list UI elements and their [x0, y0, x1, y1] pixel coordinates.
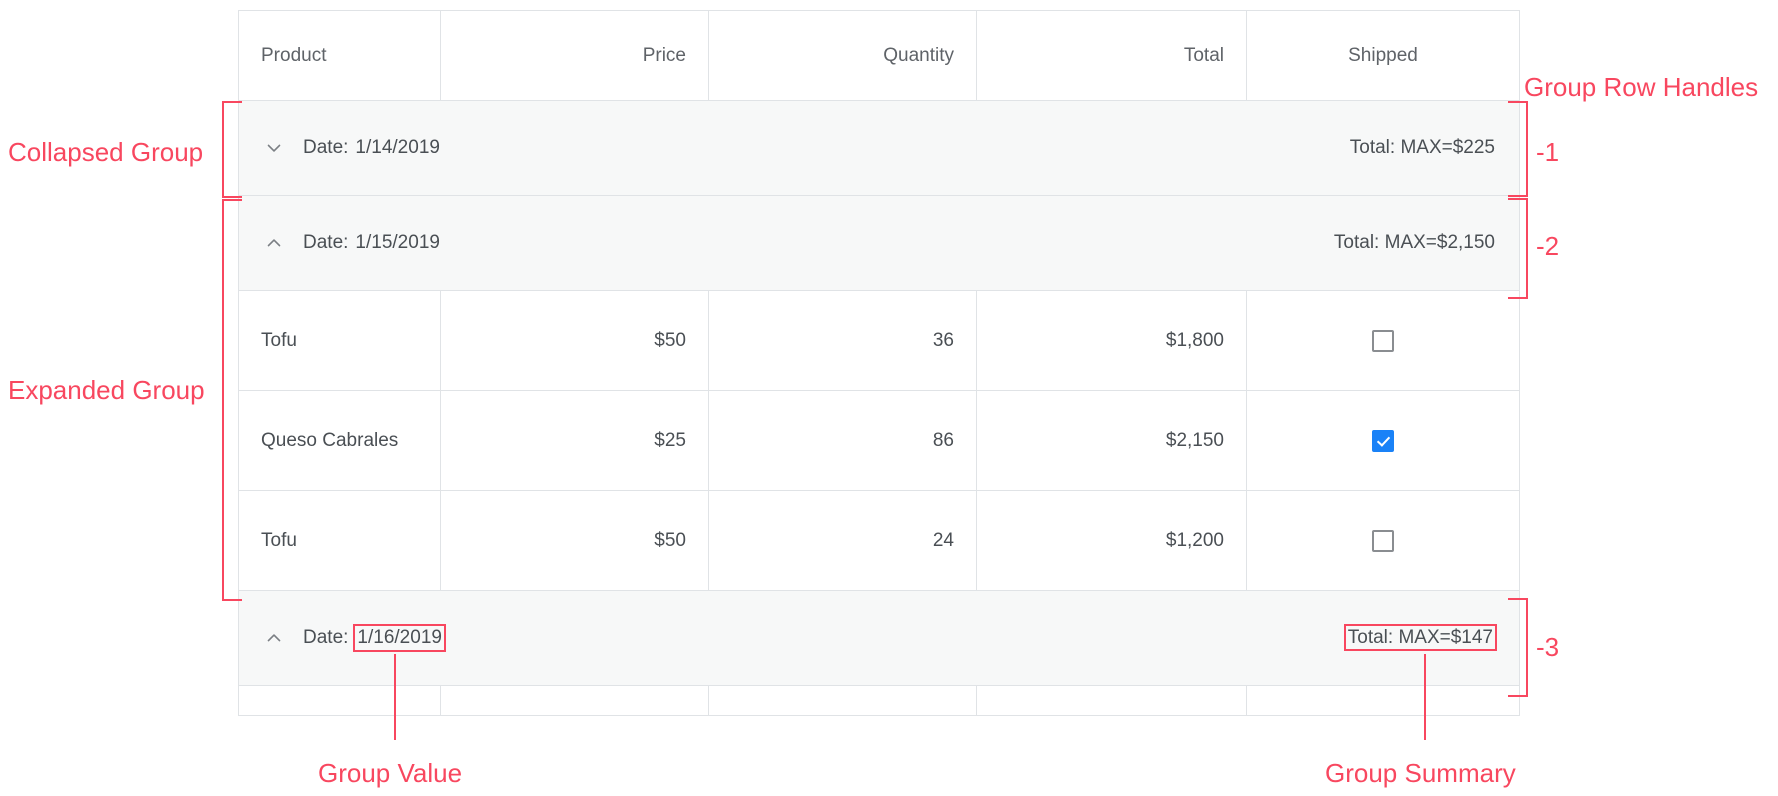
bracket-handle-1	[1508, 101, 1528, 197]
handle-label-1: -1	[1536, 139, 1559, 165]
leader-group-summary	[1424, 654, 1426, 740]
cell-product: Queso Cabrales	[239, 391, 441, 490]
handle-label-3: -3	[1536, 634, 1559, 660]
table-row[interactable]: Tofu $50 36 $1,800	[239, 291, 1519, 391]
bracket-handle-3	[1508, 598, 1528, 697]
cell-shipped[interactable]	[1247, 391, 1519, 490]
group-value: 1/14/2019	[355, 137, 440, 159]
cell-total	[977, 686, 1247, 715]
bracket-expanded-group	[222, 199, 242, 601]
checkbox-unchecked[interactable]	[1372, 330, 1394, 352]
cell-quantity: 36	[709, 291, 977, 390]
cell-shipped[interactable]	[1247, 491, 1519, 590]
label-expanded-group: Expanded Group	[8, 377, 205, 403]
label-group-value: Group Value	[318, 760, 462, 786]
handle-label-2: -2	[1536, 233, 1559, 259]
cell-price: $50	[441, 491, 709, 590]
group-summary: Total: MAX=$2,150	[1334, 232, 1519, 254]
group-row-expanded-annotated[interactable]: Date: 1/16/2019 Total: MAX=$147	[239, 591, 1519, 686]
checkbox-unchecked[interactable]	[1372, 530, 1394, 552]
group-summary-wrap: Total: MAX=$147	[1346, 627, 1519, 649]
group-row-expanded[interactable]: Date: 1/15/2019 Total: MAX=$2,150	[239, 196, 1519, 291]
column-header-total[interactable]: Total	[977, 11, 1247, 100]
cell-total: $1,800	[977, 291, 1247, 390]
group-label: Date: 1/15/2019	[303, 232, 440, 254]
leader-group-value	[394, 654, 396, 740]
group-value: 1/16/2019	[355, 626, 444, 650]
cell-product	[239, 686, 441, 715]
group-row-collapsed[interactable]: Date: 1/14/2019 Total: MAX=$225	[239, 101, 1519, 196]
group-row-left[interactable]: Date: 1/14/2019	[239, 135, 1350, 161]
column-header-quantity[interactable]: Quantity	[709, 11, 977, 100]
table-row[interactable]: Queso Cabrales $25 86 $2,150	[239, 391, 1519, 491]
cell-product: Tofu	[239, 291, 441, 390]
cell-shipped	[1247, 686, 1519, 715]
table-row-partial[interactable]	[239, 686, 1519, 716]
bracket-collapsed-group	[222, 101, 242, 198]
group-key: Date:	[303, 627, 348, 649]
cell-quantity	[709, 686, 977, 715]
group-key: Date:	[303, 137, 348, 159]
group-value: 1/15/2019	[355, 232, 440, 254]
cell-price	[441, 686, 709, 715]
chevron-down-icon[interactable]	[261, 135, 287, 161]
cell-shipped[interactable]	[1247, 291, 1519, 390]
column-header-price[interactable]: Price	[441, 11, 709, 100]
group-summary: Total: MAX=$147	[1346, 626, 1495, 649]
data-grid: Product Price Quantity Total Shipped Dat…	[238, 10, 1520, 716]
grid-header-row: Product Price Quantity Total Shipped	[239, 11, 1519, 101]
group-summary: Total: MAX=$225	[1350, 137, 1519, 159]
cell-product: Tofu	[239, 491, 441, 590]
label-collapsed-group: Collapsed Group	[8, 139, 203, 165]
group-key: Date:	[303, 232, 348, 254]
group-row-left[interactable]: Date: 1/15/2019	[239, 230, 1334, 256]
label-group-row-handles: Group Row Handles	[1524, 74, 1758, 100]
chevron-up-icon[interactable]	[261, 230, 287, 256]
bracket-handle-2	[1508, 198, 1528, 299]
cell-quantity: 86	[709, 391, 977, 490]
checkbox-checked[interactable]	[1372, 430, 1394, 452]
chevron-up-icon[interactable]	[261, 625, 287, 651]
column-header-shipped[interactable]: Shipped	[1247, 11, 1519, 100]
group-label: Date: 1/16/2019	[303, 626, 444, 650]
table-row[interactable]: Tofu $50 24 $1,200	[239, 491, 1519, 591]
cell-price: $50	[441, 291, 709, 390]
column-header-product[interactable]: Product	[239, 11, 441, 100]
cell-total: $2,150	[977, 391, 1247, 490]
cell-price: $25	[441, 391, 709, 490]
group-label: Date: 1/14/2019	[303, 137, 440, 159]
label-group-summary: Group Summary	[1325, 760, 1516, 786]
group-row-left[interactable]: Date: 1/16/2019	[239, 625, 1346, 651]
cell-quantity: 24	[709, 491, 977, 590]
cell-total: $1,200	[977, 491, 1247, 590]
